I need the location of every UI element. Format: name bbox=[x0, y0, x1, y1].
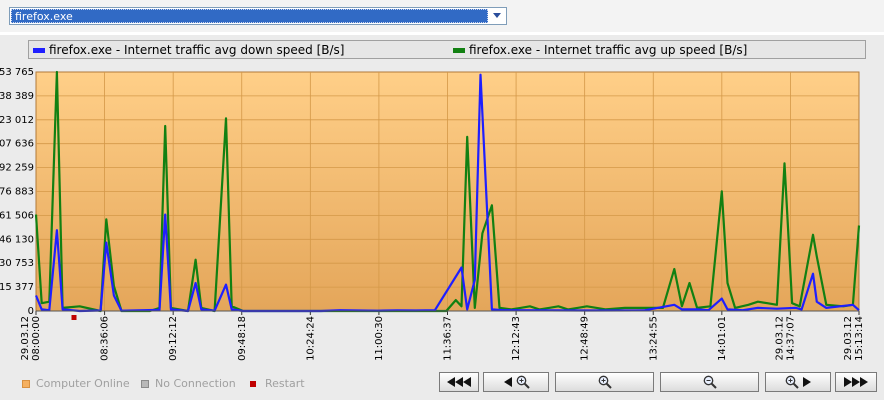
process-select[interactable]: firefox.exe bbox=[9, 7, 507, 25]
x-tick-label: 13:24:55 bbox=[648, 316, 659, 361]
zoom-in-button[interactable] bbox=[555, 372, 654, 392]
x-tick-label: 09:48:18 bbox=[237, 316, 248, 361]
x-tick-label-line: 15:13:14 bbox=[854, 316, 865, 361]
footer-legend-restart: Restart bbox=[250, 377, 305, 390]
y-tick-label: 0 bbox=[28, 306, 34, 317]
x-tick-label: 29.03.1215:13:14 bbox=[843, 316, 865, 361]
y-tick-label: 123 012 bbox=[0, 115, 34, 126]
x-tick-label-line: 29.03.12 bbox=[774, 316, 785, 361]
double-right-arrow-icon bbox=[844, 377, 868, 387]
restart-swatch bbox=[250, 380, 256, 387]
right-arrow-icon bbox=[802, 377, 811, 387]
zoom-in-icon bbox=[516, 375, 530, 389]
x-tick-label: 12:48:49 bbox=[580, 316, 591, 361]
chevron-down-icon[interactable] bbox=[489, 9, 505, 23]
x-tick-label-line: 29.03.12 bbox=[20, 316, 31, 361]
x-tick-label: 11:36:37 bbox=[443, 316, 454, 361]
zoom-back-button[interactable] bbox=[483, 372, 549, 392]
footer-legend-restart-label: Restart bbox=[265, 377, 305, 390]
x-tick-label: 29.03.1208:00:00 bbox=[20, 316, 42, 361]
zoom-forward-button[interactable] bbox=[765, 372, 831, 392]
traffic-chart[interactable]: 0 15 377 30 753 46 130 61 506 76 883 92 259 107… bbox=[0, 35, 884, 375]
x-tick-label: 08:36:06 bbox=[100, 316, 111, 361]
x-tick-label: 12:12:43 bbox=[511, 316, 522, 361]
y-tick-label: 15 377 bbox=[0, 282, 34, 293]
y-tick-label: 76 883 bbox=[0, 187, 34, 198]
x-tick-label: 14:01:01 bbox=[717, 316, 728, 361]
top-toolbar: firefox.exe bbox=[0, 0, 884, 32]
zoom-in-icon bbox=[598, 375, 612, 389]
process-select-value: firefox.exe bbox=[11, 9, 488, 23]
no-connection-swatch bbox=[141, 379, 149, 388]
x-tick-label: 09:12:12 bbox=[168, 316, 179, 361]
x-tick-label: 29.03.1214:37:07 bbox=[774, 316, 796, 361]
online-swatch bbox=[22, 379, 30, 388]
y-tick-label: 138 389 bbox=[0, 91, 34, 102]
jump-end-button[interactable] bbox=[835, 372, 877, 392]
footer-legend-no-connection-label: No Connection bbox=[155, 377, 236, 390]
y-tick-label: 153 765 bbox=[0, 67, 34, 78]
x-tick-label: 11:00:30 bbox=[374, 316, 385, 361]
footer-legend-online-label: Computer Online bbox=[36, 377, 130, 390]
jump-start-button[interactable] bbox=[439, 372, 479, 392]
y-tick-label: 107 636 bbox=[0, 139, 34, 150]
zoom-in-icon bbox=[785, 375, 799, 389]
footer-legend-no-connection: No Connection bbox=[141, 377, 236, 390]
zoom-out-icon bbox=[703, 375, 717, 389]
x-tick-label: 10:24:24 bbox=[305, 316, 316, 361]
double-left-arrow-icon bbox=[447, 377, 471, 387]
chart-panel: firefox.exe - Internet traffic avg down … bbox=[0, 35, 884, 400]
y-tick-label: 92 259 bbox=[0, 163, 34, 174]
y-tick-label: 46 130 bbox=[0, 234, 34, 245]
x-tick-label-line: 08:00:00 bbox=[31, 316, 42, 361]
x-tick-label-line: 29.03.12 bbox=[843, 316, 854, 361]
y-tick-label: 30 753 bbox=[0, 258, 34, 269]
y-tick-label: 61 506 bbox=[0, 210, 34, 221]
left-arrow-icon bbox=[503, 377, 512, 387]
footer-legend-online: Computer Online bbox=[22, 377, 130, 390]
restart-marker bbox=[71, 315, 77, 320]
x-tick-label-line: 14:37:07 bbox=[785, 316, 796, 361]
zoom-out-button[interactable] bbox=[660, 372, 759, 392]
